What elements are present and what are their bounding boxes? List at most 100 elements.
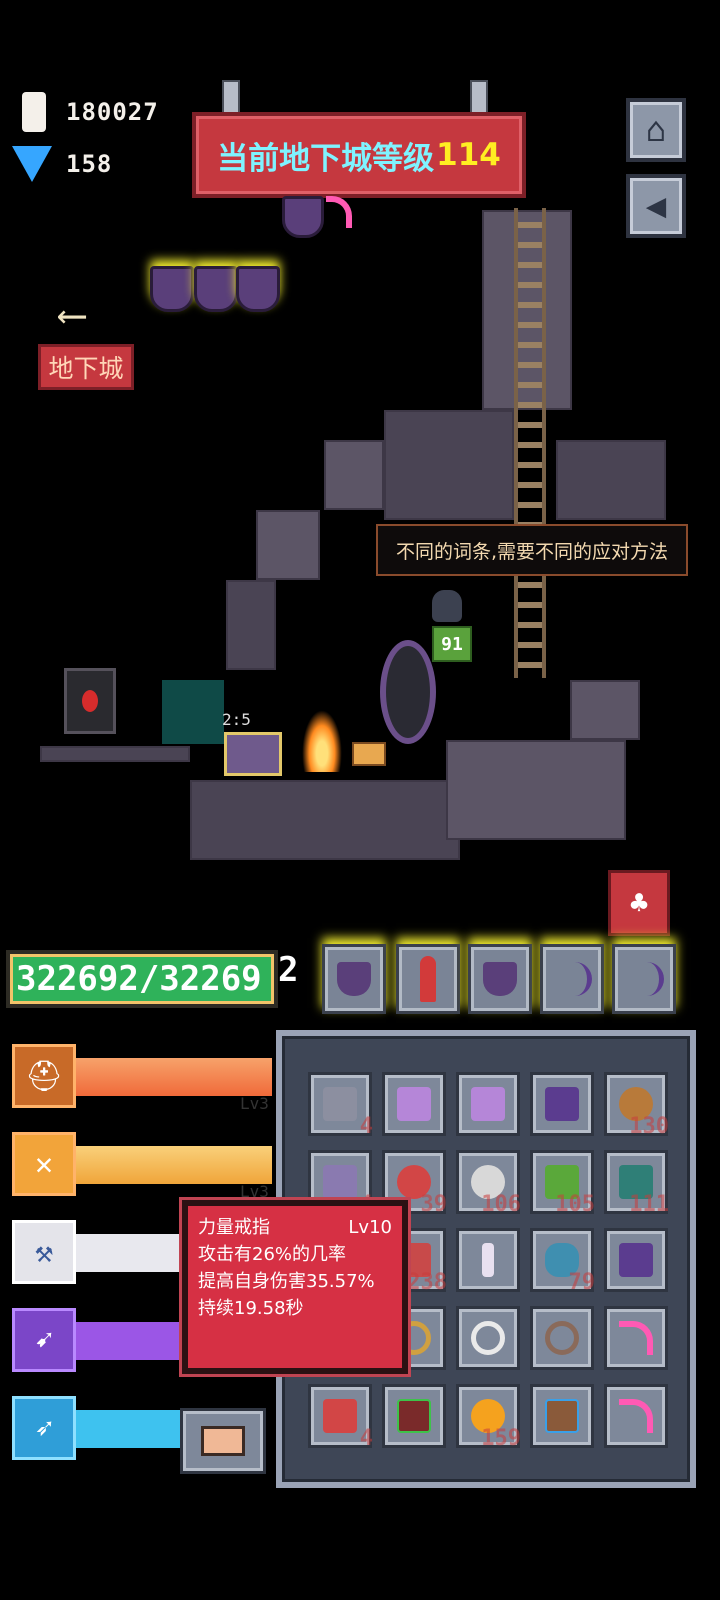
inventory-chest-button[interactable]	[180, 1408, 266, 1474]
speaker-icon: ◀	[645, 186, 667, 226]
skill-bar-3	[76, 1234, 186, 1272]
shield-icon	[337, 962, 371, 996]
gem-count: 158	[66, 150, 113, 178]
book-icon	[545, 1399, 579, 1433]
inventory-slot[interactable]	[604, 1228, 668, 1292]
ladder	[514, 208, 546, 678]
shield-icon	[483, 962, 517, 996]
diamond-icon	[12, 146, 52, 182]
arrows-icon: ➹	[34, 1322, 54, 1358]
tooltip-line: 持续19.58秒	[198, 1298, 304, 1319]
campfire	[302, 710, 342, 772]
tooltip-line: 提高自身伤害35.57%	[198, 1271, 375, 1292]
helmet-icon: ⛑	[24, 1058, 64, 1094]
inventory-slot[interactable]	[382, 1384, 446, 1448]
crossed-feathers-icon: ✕	[34, 1146, 54, 1182]
banner-level: 114	[436, 137, 501, 173]
inventory-slot[interactable]	[382, 1072, 446, 1136]
dungeon-floor	[446, 740, 626, 840]
inventory-slot[interactable]: 111	[604, 1150, 669, 1217]
skill-bar-1	[76, 1058, 272, 1096]
skill-icon-5[interactable]: ➶	[12, 1396, 76, 1460]
inventory-slot[interactable]: 4	[308, 1072, 373, 1139]
banner-chain-right	[470, 80, 488, 114]
red-gem-tablet[interactable]	[64, 668, 116, 734]
dungeon-floor	[190, 780, 460, 860]
treasure-chest[interactable]	[224, 732, 282, 776]
dungeon-floor	[40, 746, 190, 762]
inventory-slot[interactable]: 130	[604, 1072, 669, 1139]
chest-icon	[201, 1426, 245, 1456]
inventory-slot[interactable]	[456, 1072, 520, 1136]
dungeon-button[interactable]: 地下城	[38, 344, 134, 390]
bow-icon	[553, 962, 592, 996]
inventory-slot[interactable]	[604, 1306, 668, 1370]
equip-slot-3[interactable]	[468, 944, 532, 1014]
bow-icon: ➶	[34, 1410, 54, 1446]
skill-bar-2	[76, 1146, 272, 1184]
sound-button[interactable]: ◀	[626, 174, 686, 238]
dungeon-wall	[226, 580, 276, 670]
buff-shield-icon	[236, 266, 280, 312]
inventory-slot[interactable]	[456, 1306, 520, 1370]
hp-text: 322692/32269	[16, 959, 262, 999]
skill-bar-5	[76, 1410, 186, 1448]
skill-icon-1[interactable]: ⛑	[12, 1044, 76, 1108]
skill-icon-2[interactable]: ✕	[12, 1132, 76, 1196]
inventory-slot[interactable]	[530, 1072, 594, 1136]
hammer-icon	[397, 1087, 431, 1121]
axe-icon: ⚒	[34, 1234, 54, 1270]
enemy-level-badge: 91	[432, 626, 472, 662]
inventory-slot[interactable]: 106	[456, 1150, 521, 1217]
buff-shield-icon	[282, 196, 324, 238]
buff-shield-icon	[150, 266, 194, 312]
equip-slot-4[interactable]	[540, 944, 604, 1014]
portal[interactable]	[380, 640, 436, 744]
red-gem-icon	[82, 690, 98, 712]
hp-bar: 322692/32269	[6, 950, 278, 1008]
back-arrow-icon[interactable]: ⟵	[60, 292, 84, 338]
jester-hat-icon: ♣	[629, 885, 649, 921]
wooden-sign[interactable]	[352, 742, 386, 766]
gift-button[interactable]: ♣	[608, 870, 670, 936]
bow-icon	[545, 1087, 579, 1121]
inventory-slot[interactable]	[604, 1384, 668, 1448]
tooltip-line: 攻击有26%的几率	[198, 1244, 347, 1265]
hint-sign: 不同的词条,需要不同的应对方法	[376, 524, 688, 576]
item-tooltip: 力量戒指 Lv10 攻击有26%的几率 提高自身伤害35.57% 持续19.58秒	[182, 1200, 408, 1374]
scroll-icon	[323, 1165, 357, 1199]
inventory-slot[interactable]: 105	[530, 1150, 595, 1217]
banner-title: 当前地下城等级	[217, 140, 435, 177]
dungeon-level-banner: 当前地下城等级 114	[192, 112, 526, 198]
skill-level-1: Lv3	[240, 1094, 269, 1113]
crystal-icon	[22, 92, 46, 132]
dungeon-wall	[256, 510, 320, 580]
home-icon: ⌂	[645, 110, 667, 150]
dungeon-wall	[556, 440, 666, 520]
inventory-slot[interactable]: 159	[456, 1384, 521, 1451]
equip-slot-2[interactable]	[396, 944, 460, 1014]
dungeon-wall	[570, 680, 640, 740]
equip-slot-1[interactable]	[322, 944, 386, 1014]
skill-icon-3[interactable]: ⚒	[12, 1220, 76, 1284]
dungeon-wall	[384, 410, 514, 520]
enemy-sprite[interactable]	[432, 590, 462, 622]
skill-icon-4[interactable]: ➹	[12, 1308, 76, 1372]
inventory-slot[interactable]	[456, 1228, 520, 1292]
ring-icon	[545, 1321, 579, 1355]
equip-slot-5[interactable]	[612, 944, 676, 1014]
inventory-slot[interactable]	[530, 1384, 594, 1448]
inventory-slot[interactable]: 4	[308, 1384, 373, 1451]
dungeon-wall	[324, 440, 384, 510]
hp-text-overflow: 2	[278, 950, 299, 990]
rocket-icon	[420, 956, 436, 1002]
tooltip-item-level: Lv10	[348, 1217, 392, 1238]
inventory-slot[interactable]: 79	[530, 1228, 595, 1295]
hammer-icon	[471, 1087, 505, 1121]
inventory-slot[interactable]	[530, 1306, 594, 1370]
scroll-icon	[323, 1087, 357, 1121]
scroll-icon	[323, 1399, 357, 1433]
home-button[interactable]: ⌂	[626, 98, 686, 162]
bow-icon	[625, 962, 664, 996]
skill-level-2: Lv3	[240, 1182, 269, 1201]
